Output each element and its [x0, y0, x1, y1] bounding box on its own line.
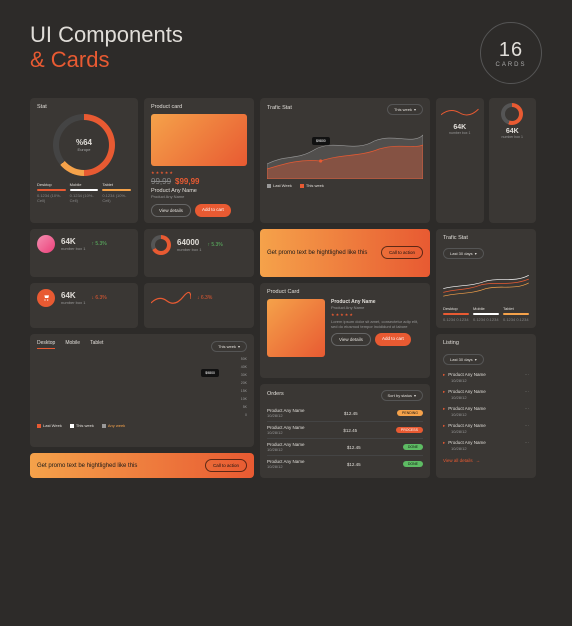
list-item[interactable]: ▸Product Any Name10/28/12⋯ [443, 437, 529, 454]
product-image [151, 114, 247, 166]
tiny-donut-icon [151, 235, 171, 255]
mini-stat-pink: 64Knumber box 1 ↑ 5.3% [30, 229, 138, 277]
stat-donut-card: Stat %64 Europe Desktop0.1234 (10%-Cell)… [30, 98, 138, 223]
chart-tooltip: $9800 [312, 137, 330, 145]
page-title: UI Components & Cards [30, 22, 183, 73]
sort-dropdown[interactable]: Sort by status [381, 390, 423, 401]
product-card-wide: Product Card Product Any Name Product An… [260, 283, 430, 379]
view-all-link[interactable]: View all details → [443, 458, 480, 463]
tab-tablet[interactable]: Tablet [90, 340, 103, 349]
tab-desktop[interactable]: Desktop [37, 340, 55, 349]
star-rating: ★★★★★ [151, 170, 247, 175]
promo-banner: Get promo text be hightlighed like this … [260, 229, 430, 277]
mini-stat-donut: 64000number box 1 ↑ 5.3% [144, 229, 254, 277]
mini-stat-cart: 64Knumber box 1 ↓ 6.3% [30, 283, 138, 329]
cart-icon [37, 289, 55, 307]
view-details-button[interactable]: View details [331, 333, 371, 346]
period-dropdown[interactable]: This week [387, 104, 423, 115]
bar-chart-card: Desktop Mobile Tablet This week 50K40K30… [30, 334, 254, 447]
trafic-stat-card: Trafic Stat This week $9800 Last Week Th… [260, 98, 430, 223]
list-item[interactable]: ▸Product Any Name10/28/12⋯ [443, 403, 529, 420]
chart-tooltip: $9800 [201, 369, 219, 377]
period-dropdown[interactable]: Last 30 days [443, 354, 484, 365]
tab-mobile[interactable]: Mobile [65, 340, 80, 349]
product-card: Product card ★★★★★ 99,99$99,99 Product A… [144, 98, 254, 223]
order-row[interactable]: Product Any Name10/28/12$12.45PENDING [267, 405, 423, 422]
mini-stat-pair: 64K number box 1 64K number box 1 [436, 98, 536, 223]
order-row[interactable]: Product Any Name10/28/12$12.45DONE [267, 439, 423, 456]
orders-card: Orders Sort by status Product Any Name10… [260, 384, 430, 478]
add-to-cart-button[interactable]: Add to cart [195, 204, 231, 217]
cta-button[interactable]: Call to action [205, 459, 247, 472]
promo-banner: Get promo text be hightlighed like this … [30, 453, 254, 478]
trafic-stat-30d-card: Trafic Stat Last 30 days Desktop0.1234 0… [436, 229, 536, 328]
add-to-cart-button[interactable]: Add to cart [375, 333, 411, 346]
order-row[interactable]: Product Any Name10/28/12$12.45DONE [267, 456, 423, 472]
bar-chart: 50K40K30K20K15K10K5K0 $9800 [37, 357, 247, 417]
period-dropdown[interactable]: Last 30 days [443, 248, 484, 259]
view-details-button[interactable]: View details [151, 204, 191, 217]
list-item[interactable]: ▸Product Any Name10/28/12⋯ [443, 420, 529, 437]
list-item[interactable]: ▸Product Any Name10/28/12⋯ [443, 386, 529, 403]
order-row[interactable]: Product Any Name10/28/12$12.45PROCESS [267, 422, 423, 439]
cards-count-badge: 16 CARDS [480, 22, 542, 84]
listing-card: Listing Last 30 days ▸Product Any Name10… [436, 334, 536, 478]
cta-button[interactable]: Call to action [381, 246, 423, 259]
list-item[interactable]: ▸Product Any Name10/28/12⋯ [443, 369, 529, 386]
product-image [267, 299, 325, 357]
period-dropdown[interactable]: This week [211, 341, 247, 352]
area-chart: $9800 [267, 119, 423, 179]
circle-icon [37, 235, 55, 253]
mini-stat-spark: ↓ 6.3% [144, 283, 254, 329]
mini-donut-icon [501, 103, 523, 125]
donut-chart: %64 Europe [53, 114, 115, 176]
